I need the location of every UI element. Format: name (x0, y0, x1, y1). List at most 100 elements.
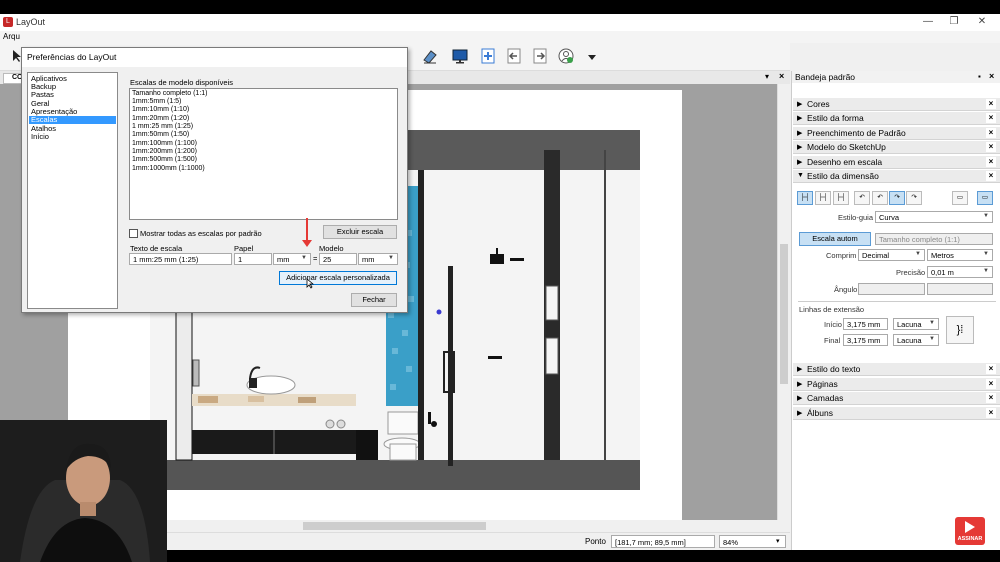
scale-item[interactable]: 1mm:1000mm (1:1000) (132, 165, 205, 173)
text-perpendicular-icon[interactable]: ↷ (906, 191, 922, 205)
paper-value-input[interactable]: 1 (234, 253, 272, 265)
scale-item[interactable]: 1mm:500mm (1:500) (132, 156, 197, 164)
default-tray: Bandeja padrão ▪ × ▶ Cores × ▶ Estilo da fo… (791, 71, 1000, 550)
section-dimension-style[interactable]: ▼ Estilo da dimensão × (793, 170, 1000, 183)
model-value-input[interactable]: 25 (319, 253, 357, 265)
title-bar: L LayOut — ❐ ✕ (0, 14, 1000, 31)
tray-title: Bandeja padrão (795, 72, 856, 82)
end-offset-input[interactable]: 3,175 mm (843, 334, 888, 346)
section-scaled-drawing[interactable]: ▶ Desenho em escala × (793, 156, 1000, 169)
add-page-icon[interactable] (479, 47, 497, 65)
previous-page-icon[interactable] (505, 47, 523, 65)
show-text-icon[interactable]: ▭ (977, 191, 993, 205)
point-label: Ponto (585, 537, 606, 546)
expand-arrow-icon: ▶ (797, 130, 803, 137)
scale-item[interactable]: 1mm:10mm (1:10) (132, 106, 189, 114)
chevron-down-icon[interactable] (588, 55, 596, 61)
minimize-button[interactable]: — (922, 16, 934, 28)
expand-arrow-icon: ▶ (797, 101, 803, 108)
length-format-select[interactable]: Decimal ▼ (858, 249, 925, 261)
end-type-select[interactable]: Lacuna ▼ (893, 334, 939, 346)
section-text-style[interactable]: ▶ Estilo do texto × (793, 363, 1000, 376)
hide-text-icon[interactable]: ▭ (952, 191, 968, 205)
close-section-icon[interactable]: × (986, 364, 996, 374)
close-tab-icon[interactable]: × (779, 71, 784, 81)
expand-arrow-icon: ▶ (797, 115, 803, 122)
play-icon (965, 521, 975, 533)
close-section-icon[interactable]: × (986, 408, 996, 418)
close-tray-icon[interactable]: × (989, 71, 994, 81)
close-section-icon[interactable]: × (986, 128, 996, 138)
scale-select[interactable]: Tamanho completo (1:1) (875, 233, 993, 245)
chevron-down-icon: ▼ (929, 336, 935, 342)
extension-lines-label: Linhas de extensão (799, 305, 865, 314)
close-section-icon[interactable]: × (986, 393, 996, 403)
section-shape-style[interactable]: ▶ Estilo da forma × (793, 112, 1000, 125)
section-layers[interactable]: ▶ Camadas × (793, 392, 1000, 405)
dimension-text-above-icon[interactable]: ├┤ (797, 191, 813, 205)
auto-scale-button[interactable]: Escala autom (799, 232, 871, 246)
start-type-select[interactable]: Lacuna ▼ (893, 318, 939, 330)
pin-icon[interactable]: ▪ (978, 72, 981, 81)
close-window-button[interactable]: ✕ (976, 16, 988, 28)
expand-arrow-icon: ▶ (797, 395, 803, 402)
close-section-icon[interactable]: × (986, 171, 996, 181)
subscribe-badge[interactable]: ASSINAR (955, 517, 985, 545)
expand-arrow-icon: ▶ (797, 410, 803, 417)
scale-item[interactable]: 1mm:50mm (1:50) (132, 131, 189, 139)
maximize-button[interactable]: ❐ (948, 16, 960, 28)
close-section-icon[interactable]: × (986, 99, 996, 109)
text-horizontal-icon[interactable]: ↶ (854, 191, 870, 205)
menu-file[interactable]: Arqu (3, 32, 20, 41)
text-aligned-icon[interactable]: ↷ (889, 191, 905, 205)
close-section-icon[interactable]: × (986, 142, 996, 152)
eraser-tool-icon[interactable] (421, 47, 439, 65)
point-coordinates-field[interactable]: [181,7 mm; 89,5 mm] (611, 535, 715, 548)
delete-scale-button[interactable]: Excluir escala (323, 225, 397, 239)
vertical-scroll-thumb[interactable] (780, 244, 788, 384)
angle-unit-select[interactable] (927, 283, 993, 295)
horizontal-scroll-thumb[interactable] (303, 522, 486, 530)
start-label: Início (824, 320, 842, 329)
guide-style-select[interactable]: Curva ▼ (875, 211, 993, 223)
start-offset-input[interactable]: 3,175 mm (843, 318, 888, 330)
add-custom-scale-button[interactable]: Adicionar escala personalizada (279, 271, 397, 285)
show-all-scales-checkbox[interactable] (129, 229, 138, 238)
category-item[interactable]: Início (29, 133, 116, 141)
close-section-icon[interactable]: × (986, 157, 996, 167)
length-unit-select[interactable]: Metros ▼ (927, 249, 993, 261)
dialog-title: Preferências do LayOut (22, 48, 407, 67)
text-vertical-icon[interactable]: ↶ (872, 191, 888, 205)
category-item[interactable]: Pastas (29, 91, 116, 99)
close-section-icon[interactable]: × (986, 113, 996, 123)
account-icon[interactable] (557, 47, 575, 65)
dimension-text-center-icon[interactable]: ├┤ (815, 191, 831, 205)
divider (798, 301, 996, 302)
scale-text-input[interactable]: 1 mm:25 mm (1:25) (129, 253, 232, 265)
expand-arrow-icon: ▶ (797, 381, 803, 388)
next-page-icon[interactable] (531, 47, 549, 65)
scales-list[interactable]: Tamanho completo (1:1) 1mm:5mm (1:5) 1mm… (129, 88, 398, 220)
precision-select[interactable]: 0,01 m ▼ (927, 266, 993, 278)
model-unit-select[interactable]: mm ▼ (358, 253, 398, 265)
category-item-selected[interactable]: Escalas (29, 116, 116, 124)
dimension-text-below-icon[interactable]: ├┤ (833, 191, 849, 205)
section-colors[interactable]: ▶ Cores × (793, 98, 1000, 111)
close-section-icon[interactable]: × (986, 379, 996, 389)
tab-list-arrow-icon[interactable]: ▾ (765, 72, 769, 81)
extension-lines-preview-icon[interactable]: }⁞ (946, 316, 974, 344)
chevron-down-icon[interactable]: ▾ (776, 537, 780, 545)
section-scrapbooks[interactable]: ▶ Álbuns × (793, 407, 1000, 420)
paper-unit-select[interactable]: mm ▼ (273, 253, 311, 265)
angle-format-select[interactable] (858, 283, 925, 295)
presentation-icon[interactable] (451, 47, 469, 65)
category-list: Aplicativos Backup Pastas Geral Apresent… (27, 72, 118, 309)
close-dialog-button[interactable]: Fechar (351, 293, 397, 307)
length-label: Comprim (826, 251, 857, 260)
scales-label: Escalas de modelo disponíveis (130, 78, 233, 87)
section-sketchup-model[interactable]: ▶ Modelo do SketchUp × (793, 141, 1000, 154)
annotation-arrow-shaft (306, 218, 308, 242)
section-pattern-fill[interactable]: ▶ Preenchimento de Padrão × (793, 127, 1000, 140)
section-pages[interactable]: ▶ Páginas × (793, 378, 1000, 391)
chevron-down-icon: ▼ (388, 255, 394, 261)
